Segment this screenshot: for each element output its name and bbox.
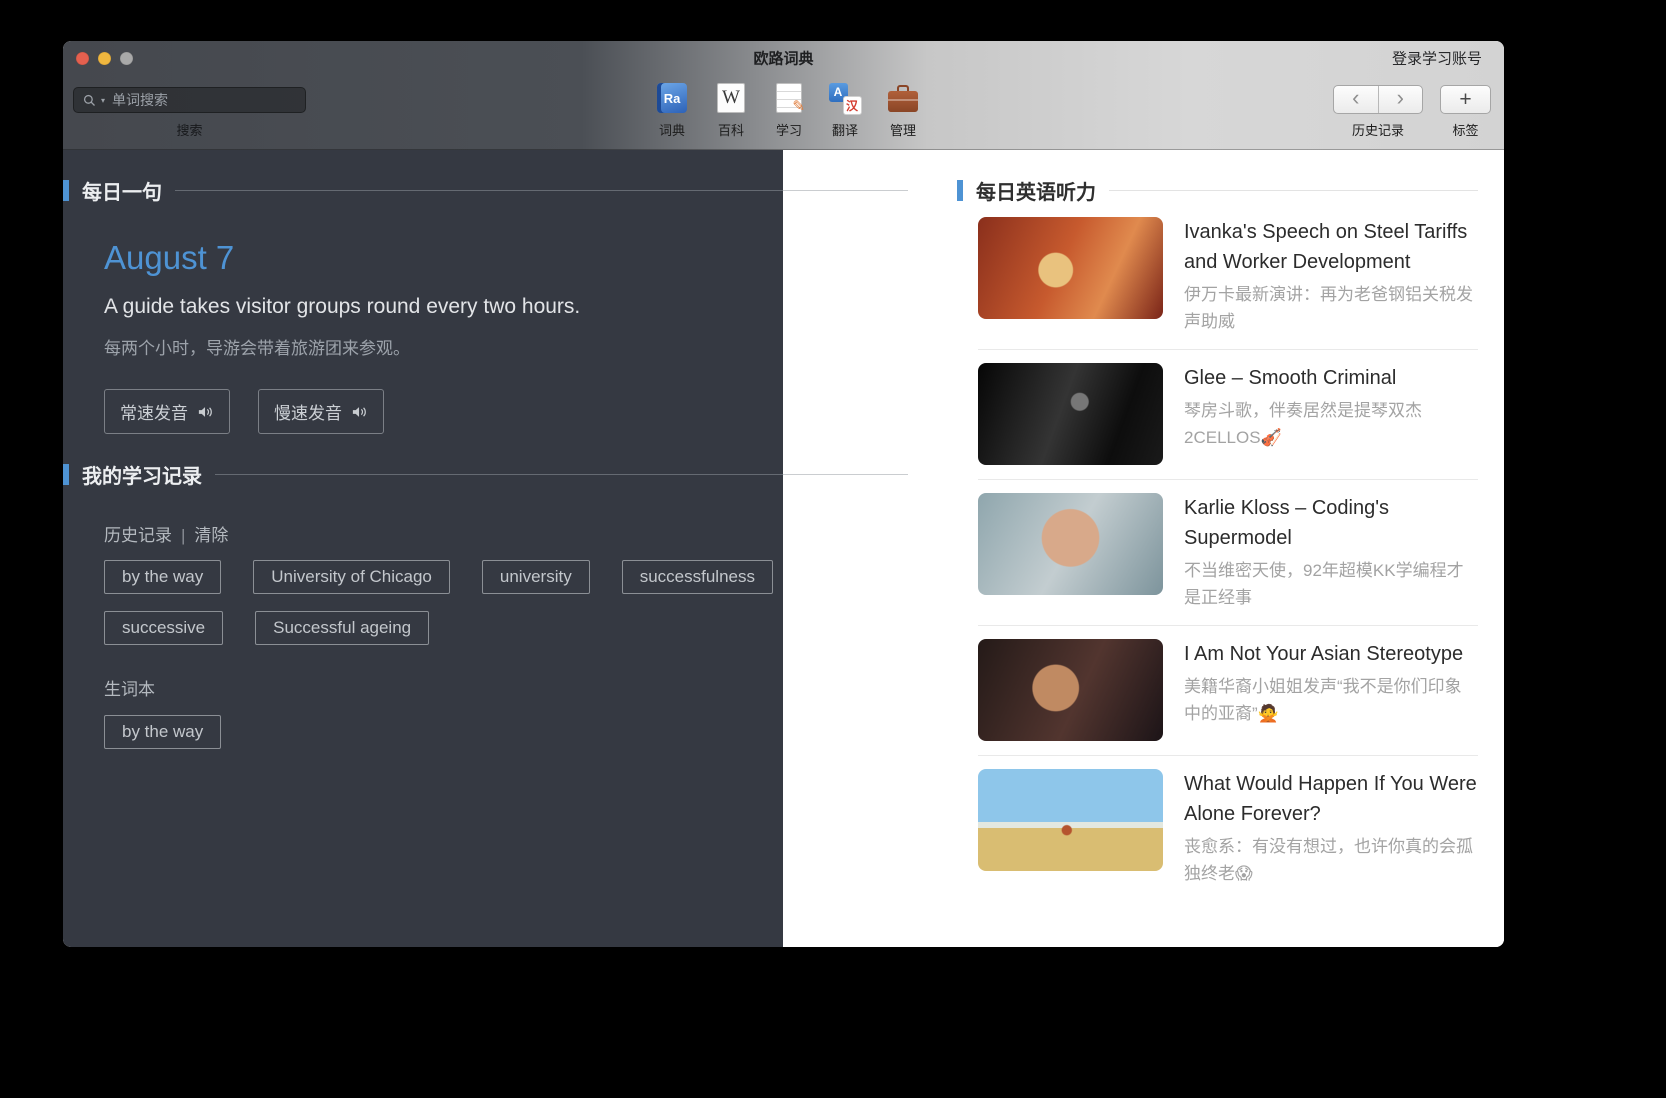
minimize-button[interactable] — [98, 52, 111, 65]
item-subtitle: 琴房斗歌，伴奏居然是提琴双杰2CELLOS🎻 — [1184, 397, 1478, 451]
add-tag-button[interactable]: + — [1440, 85, 1491, 114]
wordbook-label: 生词本 — [104, 675, 908, 700]
clear-history-link[interactable]: 清除 — [194, 526, 228, 545]
toolbar-item-label: 百科 — [701, 120, 761, 139]
section-divider — [175, 190, 908, 191]
daily-date: August 7 — [104, 239, 908, 277]
search-box[interactable]: ▾ — [73, 87, 306, 113]
search-scope-caret-icon: ▾ — [101, 96, 105, 105]
section-divider — [215, 474, 908, 475]
history-label: 历史记录 — [104, 526, 172, 545]
briefcase-icon — [888, 91, 918, 112]
toolbar-item-translate[interactable]: A 汉 翻译 — [817, 81, 873, 139]
listening-item[interactable]: Karlie Kloss – Coding's Supermodel 不当维密天… — [978, 480, 1478, 626]
listening-item[interactable]: Glee – Smooth Criminal 琴房斗歌，伴奏居然是提琴双杰2CE… — [978, 350, 1478, 480]
item-subtitle: 不当维密天使，92年超模KK学编程才是正经事 — [1184, 557, 1478, 611]
wordbook-chip[interactable]: by the way — [104, 715, 221, 749]
section-divider — [1109, 190, 1478, 191]
item-subtitle: 伊万卡最新演讲：再为老爸钢铝关税发声助威 — [1184, 281, 1478, 335]
app-window: 欧路词典 登录学习账号 ▾ 搜索 Ra 词典 W — [63, 41, 1504, 947]
history-nav-label: 历史记录 — [1333, 120, 1423, 139]
accent-bar — [63, 464, 69, 485]
speaker-icon — [351, 405, 368, 419]
wiki-icon: W — [717, 83, 745, 113]
search-input[interactable] — [110, 91, 296, 109]
login-account-link[interactable]: 登录学习账号 — [1392, 48, 1482, 69]
fullscreen-button[interactable] — [120, 52, 133, 65]
toolbar-item-wiki[interactable]: W 百科 — [703, 81, 759, 139]
study-pane: 每日一句 August 7 A guide takes visitor grou… — [63, 150, 783, 947]
history-chip[interactable]: university — [482, 560, 590, 594]
back-button[interactable]: ‹ — [1334, 86, 1378, 113]
toolbar: ▾ 搜索 Ra 词典 W 百科 ✎ 学习 A — [63, 75, 1504, 150]
history-chip[interactable]: successive — [104, 611, 223, 645]
history-chip[interactable]: University of Chicago — [253, 560, 450, 594]
study-record-header: 我的学习记录 — [63, 463, 908, 485]
listening-item[interactable]: Ivanka's Speech on Steel Tariffs and Wor… — [978, 217, 1478, 350]
translate-icon: A 汉 — [829, 82, 862, 115]
listening-header: 每日英语听力 — [957, 179, 1478, 201]
history-chip[interactable]: Successful ageing — [255, 611, 429, 645]
daily-sentence-header: 每日一句 — [63, 179, 908, 201]
daily-sentence-english: A guide takes visitor groups round every… — [104, 295, 908, 319]
window-title: 欧路词典 — [753, 48, 813, 69]
section-title: 每日英语听力 — [976, 176, 1096, 205]
search-toolbar-item: ▾ 搜索 — [73, 87, 306, 139]
item-title: Karlie Kloss – Coding's Supermodel — [1184, 493, 1478, 553]
wordbook-chip-row: by the way — [104, 715, 884, 749]
toolbar-item-label: 学习 — [759, 120, 819, 139]
daily-sentence-chinese: 每两个小时，导游会带着旅游团来参观。 — [104, 334, 908, 359]
close-button[interactable] — [76, 52, 89, 65]
search-label: 搜索 — [73, 120, 306, 139]
item-subtitle: 美籍华裔小姐姐发声“我不是你们印象中的亚裔”🙅 — [1184, 673, 1478, 727]
window-chrome: 欧路词典 登录学习账号 ▾ 搜索 Ra 词典 W — [63, 41, 1504, 150]
section-title: 我的学习记录 — [82, 460, 202, 489]
thumbnail-karlie — [978, 493, 1163, 595]
toolbar-item-label: 管理 — [873, 120, 933, 139]
thumbnail-asian-stereotype — [978, 639, 1163, 741]
listening-list: Ivanka's Speech on Steel Tariffs and Wor… — [978, 217, 1478, 901]
toolbar-item-label: 翻译 — [815, 120, 875, 139]
item-subtitle: 丧愈系：有没有想过，也许你真的会孤独终老😱 — [1184, 833, 1478, 887]
accent-bar — [957, 180, 963, 201]
titlebar: 欧路词典 登录学习账号 — [63, 41, 1504, 75]
history-nav-group: ‹ › 历史记录 — [1333, 85, 1423, 139]
dictionary-icon: Ra — [657, 83, 687, 113]
toolbar-item-study[interactable]: ✎ 学习 — [761, 81, 817, 139]
history-row-label: 历史记录 | 清除 — [104, 521, 908, 546]
toolbar-item-label: 词典 — [642, 120, 702, 139]
item-title: I Am Not Your Asian Stereotype — [1184, 639, 1478, 669]
main-content: 每日一句 August 7 A guide takes visitor grou… — [63, 150, 1504, 947]
label-separator: | — [181, 526, 185, 545]
history-chip[interactable]: by the way — [104, 560, 221, 594]
item-title: What Would Happen If You Were Alone Fore… — [1184, 769, 1478, 829]
thumbnail-alone-forever — [978, 769, 1163, 871]
pronunciation-buttons: 常速发音 慢速发音 — [104, 389, 908, 434]
toolbar-item-manage[interactable]: 管理 — [875, 81, 931, 139]
history-chip[interactable]: successfulness — [622, 560, 773, 594]
listening-item[interactable]: What Would Happen If You Were Alone Fore… — [978, 756, 1478, 901]
thumbnail-glee — [978, 363, 1163, 465]
tag-label: 标签 — [1440, 120, 1491, 139]
thumbnail-ivanka — [978, 217, 1163, 319]
history-chip-row: by the way University of Chicago univers… — [104, 560, 884, 645]
notepad-icon: ✎ — [776, 83, 802, 113]
normal-speed-button[interactable]: 常速发音 — [104, 389, 230, 434]
tag-group: + 标签 — [1440, 85, 1491, 139]
search-icon — [83, 94, 96, 107]
forward-button[interactable]: › — [1378, 86, 1423, 113]
item-title: Ivanka's Speech on Steel Tariffs and Wor… — [1184, 217, 1478, 277]
toolbar-item-dictionary[interactable]: Ra 词典 — [644, 81, 700, 139]
slow-speed-button[interactable]: 慢速发音 — [258, 389, 384, 434]
listening-item[interactable]: I Am Not Your Asian Stereotype 美籍华裔小姐姐发声… — [978, 626, 1478, 756]
speaker-icon — [197, 405, 214, 419]
section-title: 每日一句 — [82, 176, 162, 205]
item-title: Glee – Smooth Criminal — [1184, 363, 1478, 393]
traffic-lights — [76, 41, 133, 75]
accent-bar — [63, 180, 69, 201]
